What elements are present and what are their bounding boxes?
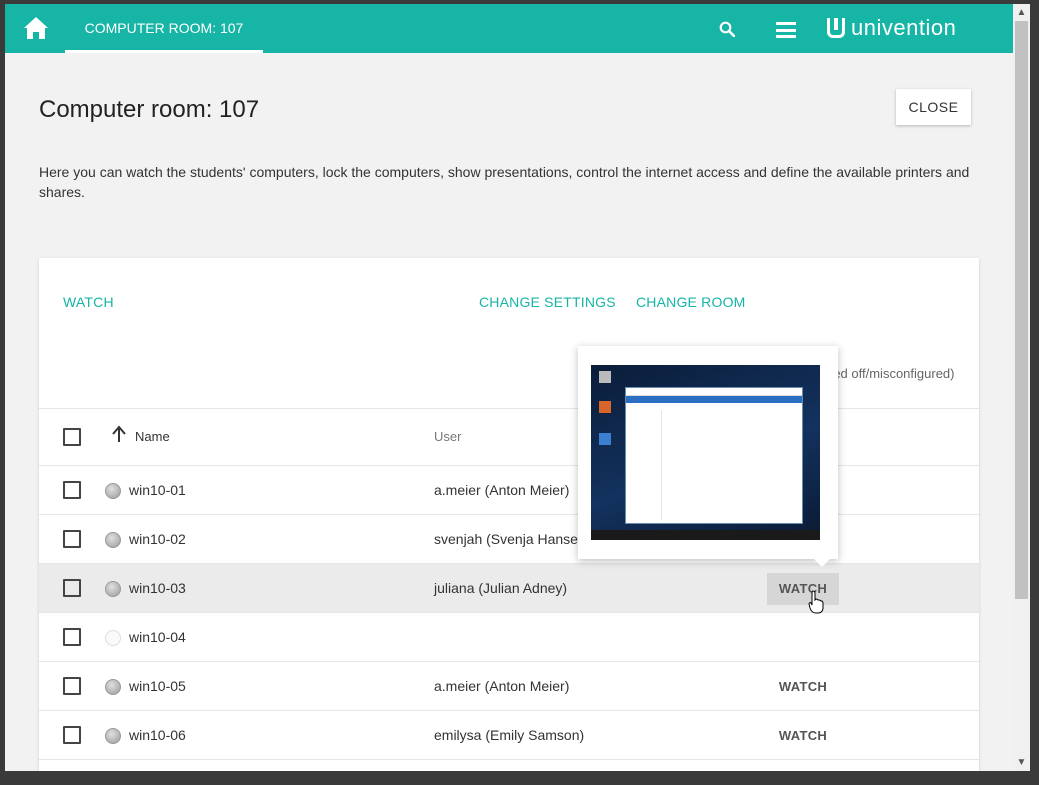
status-indicator-icon (105, 483, 121, 499)
page-title: Computer room: 107 (39, 96, 260, 123)
table-row[interactable]: win10-04 (39, 613, 979, 662)
column-header-name[interactable]: Name (135, 429, 170, 444)
univention-logo: univention (827, 15, 957, 40)
screenshot-preview-popup (578, 346, 838, 567)
close-button[interactable]: CLOSE (896, 89, 971, 125)
app-header: COMPUTER ROOM: 107 univention (5, 4, 1013, 53)
computer-name: win10-05 (129, 678, 186, 694)
status-legend: red off/misconfigured) (829, 366, 955, 381)
window-right-border (1030, 0, 1039, 785)
explorer-window-thumbnail (625, 387, 803, 524)
computer-user: juliana (Julian Adney) (434, 580, 568, 596)
computer-name: win10-04 (129, 629, 186, 645)
computer-user: a.meier (Anton Meier) (434, 482, 570, 498)
desktop-icon (599, 401, 611, 413)
window-bottom-border (0, 771, 1039, 785)
scroll-up-arrow-icon[interactable]: ▲ (1013, 4, 1030, 21)
table-row[interactable]: win10-02 svenjah (Svenja Hansen) (39, 515, 979, 564)
univention-logo-icon (827, 18, 845, 38)
change-room-action[interactable]: CHANGE ROOM (636, 294, 746, 310)
row-checkbox[interactable] (63, 726, 81, 744)
column-header-user[interactable]: User (434, 429, 461, 444)
vertical-scrollbar[interactable]: ▲ ▼ (1013, 4, 1030, 771)
desktop-screenshot-thumbnail (591, 365, 820, 540)
table-row[interactable]: win10-01 a.meier (Anton Meier) (39, 466, 979, 515)
computer-name: win10-06 (129, 727, 186, 743)
scroll-thumb[interactable] (1015, 21, 1028, 599)
desktop-icon (599, 371, 611, 383)
status-indicator-icon (105, 728, 121, 744)
watch-button[interactable]: WATCH (767, 573, 839, 605)
sort-ascending-icon[interactable] (111, 425, 127, 443)
hand-cursor-icon (808, 590, 824, 614)
computer-user: a.meier (Anton Meier) (434, 678, 570, 694)
watch-button[interactable]: WATCH (767, 720, 839, 752)
computer-user: emilysa (Emily Samson) (434, 727, 585, 743)
computer-table-card: WATCH CHANGE SETTINGS CHANGE ROOM red of… (39, 258, 979, 771)
watch-action[interactable]: WATCH (63, 294, 114, 310)
change-settings-action[interactable]: CHANGE SETTINGS (479, 294, 616, 310)
computer-user: svenjah (Svenja Hansen) (434, 531, 591, 547)
computer-name: win10-03 (129, 580, 186, 596)
watch-button[interactable]: WATCH (767, 671, 839, 703)
table-row[interactable]: win10-05 a.meier (Anton Meier) WATCH (39, 662, 979, 711)
row-checkbox[interactable] (63, 677, 81, 695)
table-row[interactable]: win10-03 juliana (Julian Adney) WATCH (39, 564, 979, 613)
page-description: Here you can watch the students' compute… (39, 164, 970, 200)
row-checkbox[interactable] (63, 579, 81, 597)
row-checkbox[interactable] (63, 481, 81, 499)
search-icon[interactable] (719, 21, 735, 37)
status-indicator-icon (105, 679, 121, 695)
tab-computer-room[interactable]: COMPUTER ROOM: 107 (65, 4, 263, 53)
select-all-checkbox[interactable] (63, 428, 81, 446)
computer-name: win10-01 (129, 482, 186, 498)
status-indicator-icon (105, 630, 121, 646)
desktop-icon (599, 433, 611, 445)
table-row[interactable]: win10-06 emilysa (Emily Samson) WATCH (39, 711, 979, 760)
taskbar-thumbnail (591, 530, 820, 540)
status-indicator-icon (105, 532, 121, 548)
scroll-down-arrow-icon[interactable]: ▼ (1013, 754, 1030, 771)
brand-name: univention (851, 15, 957, 40)
home-icon[interactable] (23, 16, 49, 40)
computer-name: win10-02 (129, 531, 186, 547)
table-header: Name User (39, 408, 979, 466)
hamburger-menu-icon[interactable] (776, 22, 796, 38)
status-indicator-icon (105, 581, 121, 597)
row-checkbox[interactable] (63, 530, 81, 548)
app-window: COMPUTER ROOM: 107 univention Computer r… (5, 4, 1013, 771)
row-checkbox[interactable] (63, 628, 81, 646)
